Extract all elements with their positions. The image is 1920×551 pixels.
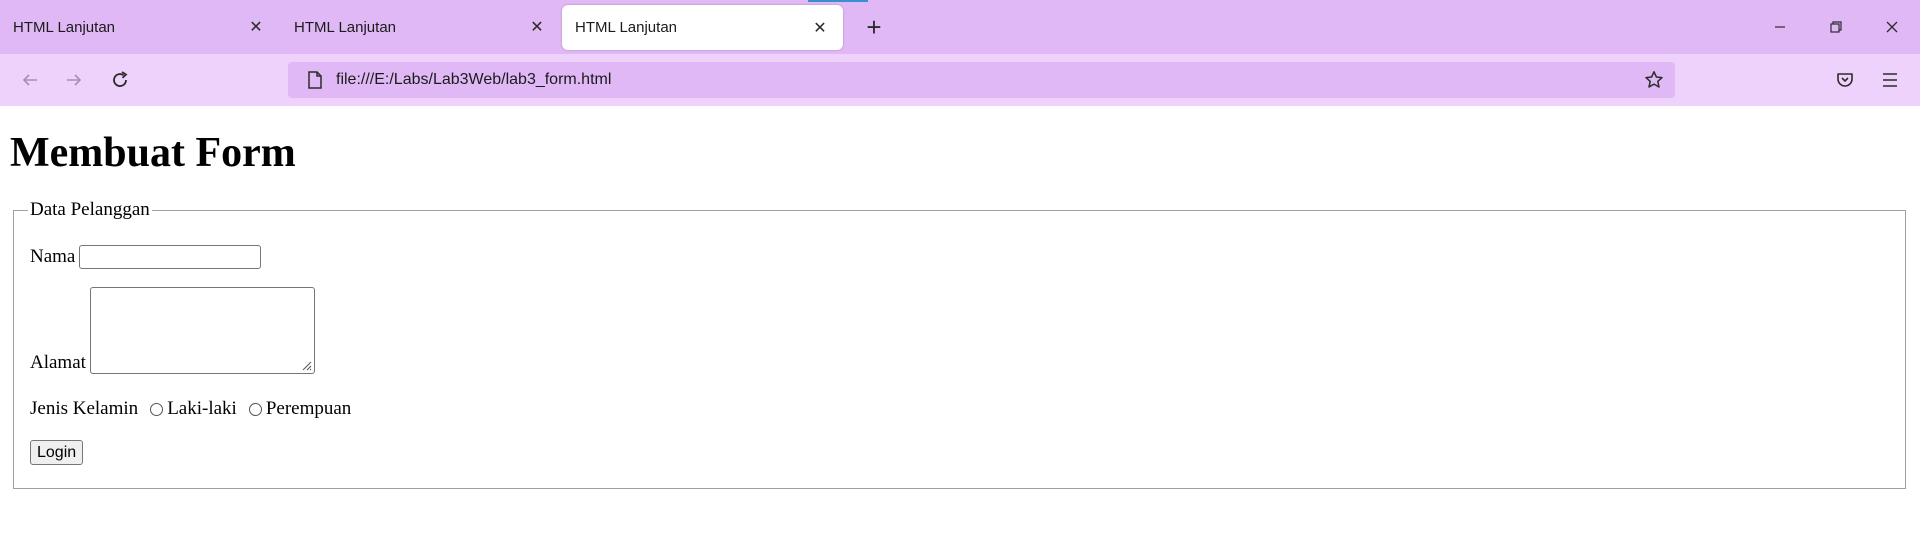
restore-button[interactable] — [1808, 0, 1864, 54]
tab-2[interactable]: HTML Lanjutan ✕ — [281, 0, 562, 54]
bookmark-star-icon[interactable] — [1641, 67, 1667, 93]
radio-label-perempuan: Perempuan — [265, 398, 352, 419]
pocket-icon — [1837, 73, 1853, 87]
nama-input[interactable] — [79, 245, 262, 269]
back-button[interactable] — [14, 64, 46, 96]
tab-title: HTML Lanjutan — [13, 18, 115, 36]
restore-icon — [1830, 21, 1842, 33]
tab-1[interactable]: HTML Lanjutan ✕ — [0, 0, 281, 54]
radio-laki-laki[interactable] — [150, 402, 164, 416]
tab-title: HTML Lanjutan — [294, 18, 396, 36]
fieldset-legend: Data Pelanggan — [30, 199, 150, 220]
page-icon — [298, 71, 332, 89]
navigation-toolbar: file:///E:/Labs/Lab3Web/lab3_form.html — [0, 54, 1920, 106]
reload-button[interactable] — [104, 64, 136, 96]
gender-label: Jenis Kelamin — [30, 398, 139, 419]
hamburger-menu-icon — [1883, 73, 1897, 87]
login-button[interactable]: Login — [30, 440, 84, 465]
arrow-right-icon — [67, 74, 82, 86]
close-icon[interactable]: ✕ — [247, 17, 265, 37]
forward-button[interactable] — [58, 64, 90, 96]
alamat-textarea[interactable] — [89, 287, 315, 374]
url-text[interactable]: file:///E:/Labs/Lab3Web/lab3_form.html — [336, 71, 611, 89]
alamat-label: Alamat — [30, 352, 86, 373]
close-icon — [1886, 21, 1898, 33]
new-tab-button[interactable]: + — [847, 0, 901, 54]
customer-fieldset: Data Pelanggan Nama Alamat Jenis Kelamin… — [13, 199, 1906, 489]
window-controls — [1752, 0, 1920, 54]
page-content: Membuat Form Data Pelanggan Nama Alamat … — [0, 129, 1920, 489]
gender-row: Jenis Kelamin Laki-laki Perempuan — [30, 398, 1889, 420]
window-close-button[interactable] — [1864, 0, 1920, 54]
resize-grip-icon[interactable] — [300, 359, 312, 371]
arrow-left-icon — [22, 74, 37, 86]
tab-indicator — [808, 0, 868, 2]
tab-strip: HTML Lanjutan ✕ HTML Lanjutan ✕ HTML Lan… — [0, 0, 1920, 54]
close-icon[interactable]: ✕ — [528, 17, 546, 37]
radio-label-laki-laki: Laki-laki — [167, 398, 237, 419]
tab-title: HTML Lanjutan — [575, 19, 677, 36]
menu-button[interactable] — [1874, 64, 1906, 96]
alamat-row: Alamat — [30, 287, 1889, 374]
address-bar[interactable]: file:///E:/Labs/Lab3Web/lab3_form.html — [288, 62, 1675, 98]
submit-row: Login — [30, 440, 1889, 465]
close-icon[interactable]: ✕ — [811, 18, 829, 38]
pocket-button[interactable] — [1829, 64, 1861, 96]
reload-icon — [113, 71, 128, 87]
radio-perempuan[interactable] — [248, 402, 262, 416]
nama-row: Nama — [30, 245, 1889, 269]
minimize-button[interactable] — [1752, 0, 1808, 54]
nama-label: Nama — [30, 246, 76, 267]
minimize-icon — [1775, 26, 1785, 28]
tab-3-active[interactable]: HTML Lanjutan ✕ — [562, 5, 843, 50]
page-heading: Membuat Form — [10, 130, 296, 176]
